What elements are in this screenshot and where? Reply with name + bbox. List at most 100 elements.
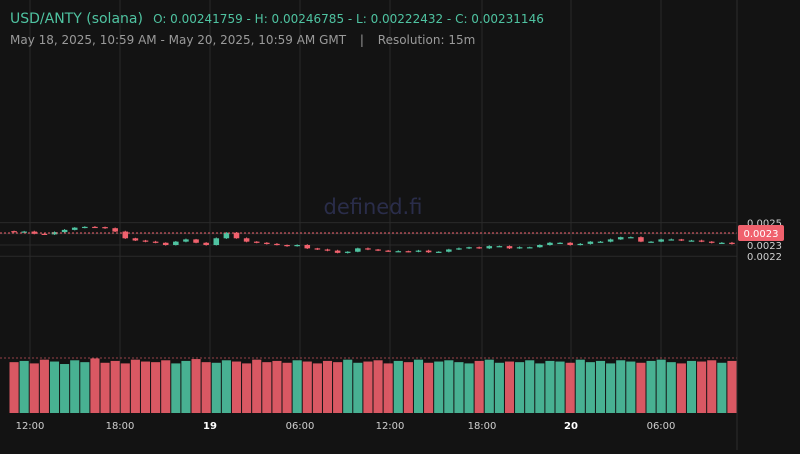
candle[interactable] — [183, 238, 189, 243]
candle[interactable] — [476, 246, 482, 249]
candle[interactable] — [243, 237, 250, 243]
volume-bar — [413, 359, 424, 413]
candle[interactable] — [435, 251, 442, 253]
volume-bar — [29, 363, 39, 413]
candle-body — [456, 248, 462, 250]
volume-bar — [80, 362, 90, 413]
candle[interactable] — [688, 239, 695, 242]
candle[interactable] — [638, 236, 644, 243]
candle[interactable] — [597, 240, 604, 243]
candle[interactable] — [132, 237, 139, 242]
candle[interactable] — [698, 239, 705, 243]
volume-bar — [585, 362, 595, 413]
volume-bar — [211, 362, 221, 413]
candle[interactable] — [668, 238, 675, 241]
candle[interactable] — [375, 248, 381, 252]
candle-body — [567, 242, 573, 245]
candle[interactable] — [82, 226, 88, 229]
volume-bar — [201, 362, 211, 413]
candle-body — [516, 247, 523, 249]
time-tick-label: 19 — [203, 421, 217, 432]
volume-bar — [626, 361, 636, 413]
candle-body — [274, 243, 280, 246]
candle[interactable] — [516, 246, 523, 249]
candle[interactable] — [11, 230, 17, 233]
volume-bar — [151, 362, 161, 413]
candle-body — [395, 251, 402, 253]
candle[interactable] — [496, 245, 503, 248]
candle[interactable] — [365, 247, 371, 251]
candle-body — [446, 249, 452, 252]
volume-bar — [181, 360, 191, 413]
candle[interactable] — [557, 242, 563, 244]
candle[interactable] — [648, 241, 654, 243]
candle[interactable] — [142, 239, 149, 243]
candle[interactable] — [344, 251, 351, 254]
candle[interactable] — [607, 238, 614, 243]
candle[interactable] — [526, 246, 533, 249]
candle[interactable] — [324, 248, 331, 252]
volume-bar — [646, 360, 656, 413]
candle[interactable] — [446, 248, 452, 253]
candle[interactable] — [708, 241, 715, 244]
candle-body — [486, 246, 493, 249]
volume-bar — [242, 363, 252, 413]
candle[interactable] — [617, 236, 624, 240]
volume-bar — [39, 359, 49, 413]
candle[interactable] — [71, 227, 78, 231]
candle-body — [628, 237, 634, 239]
candle[interactable] — [658, 238, 664, 243]
candle[interactable] — [486, 245, 493, 250]
volume-bar — [676, 363, 686, 413]
candle[interactable] — [61, 229, 68, 233]
candle[interactable] — [264, 242, 270, 245]
volume-bar — [262, 362, 272, 413]
candle-body — [658, 239, 664, 242]
candle[interactable] — [253, 241, 260, 244]
candle[interactable] — [355, 247, 361, 253]
candle[interactable] — [193, 238, 199, 244]
candle[interactable] — [466, 246, 472, 250]
price-chart[interactable]: defined.fi 0.00250.00240.00230.0022 12:0… — [0, 0, 800, 450]
candle-body — [355, 248, 361, 252]
candle[interactable] — [415, 249, 422, 253]
candle[interactable] — [719, 242, 725, 244]
last-price-tag: 0.0023 — [738, 225, 784, 241]
candle-body — [193, 239, 199, 243]
volume-bar — [636, 362, 646, 413]
volume-bar — [333, 362, 343, 413]
candle[interactable] — [395, 250, 402, 253]
candle[interactable] — [425, 249, 432, 253]
candle-body — [61, 229, 68, 233]
time-tick-label: 06:00 — [647, 421, 676, 432]
candle[interactable] — [21, 230, 27, 233]
candle[interactable] — [587, 241, 594, 245]
ohlc-readout: O: 0.00241759 - H: 0.00246785 - L: 0.002… — [153, 12, 544, 26]
candle[interactable] — [456, 247, 462, 250]
candle[interactable] — [628, 236, 634, 239]
candle[interactable] — [729, 241, 735, 245]
candle-body — [415, 250, 422, 252]
candle[interactable] — [173, 240, 179, 246]
candle[interactable] — [122, 230, 129, 239]
candle[interactable] — [213, 237, 220, 246]
price-tick-label: 0.0022 — [747, 252, 782, 263]
resolution-label: Resolution: 15m — [377, 33, 476, 47]
candle[interactable] — [314, 247, 321, 250]
volume-bar — [171, 363, 181, 413]
candle[interactable] — [102, 226, 108, 229]
watermark-text: defined.fi — [324, 195, 423, 219]
candle-body — [183, 239, 189, 242]
chart-canvas[interactable]: defined.fi 0.00250.00240.00230.0022 12:0… — [0, 0, 800, 450]
candle[interactable] — [112, 227, 118, 233]
volume-bar — [120, 363, 130, 413]
candle[interactable] — [506, 245, 513, 250]
volume-bar — [110, 360, 120, 413]
candle[interactable] — [92, 226, 98, 229]
candle-body — [294, 245, 300, 247]
candle[interactable] — [334, 249, 341, 254]
time-axis[interactable]: 12:00 18:00 19 06:00 12:00 18:00 20 06:00 — [16, 421, 676, 432]
candle[interactable] — [678, 238, 685, 242]
candle[interactable] — [152, 240, 159, 244]
candle[interactable] — [405, 250, 412, 253]
